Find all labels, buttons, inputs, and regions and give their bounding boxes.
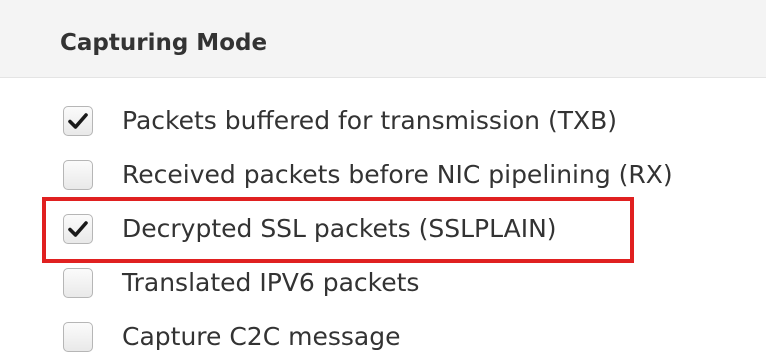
- section-header: Capturing Mode: [0, 0, 766, 78]
- option-sslplain[interactable]: Decrypted SSL packets (SSLPLAIN): [0, 206, 766, 260]
- checkbox-ipv6[interactable]: [63, 268, 93, 298]
- capturing-mode-panel: Capturing Mode Packets buffered for tran…: [0, 0, 766, 354]
- section-title: Capturing Mode: [60, 30, 268, 56]
- checkbox-c2c[interactable]: [63, 322, 93, 352]
- checkbox-sslplain[interactable]: [63, 214, 93, 244]
- option-label-c2c: Capture C2C message: [122, 322, 401, 351]
- option-label-sslplain: Decrypted SSL packets (SSLPLAIN): [122, 214, 557, 243]
- checkmark-icon: [68, 221, 88, 237]
- option-ipv6[interactable]: Translated IPV6 packets: [0, 260, 766, 314]
- option-txb[interactable]: Packets buffered for transmission (TXB): [0, 98, 766, 152]
- capture-options-list: Packets buffered for transmission (TXB) …: [0, 98, 766, 354]
- option-label-rx: Received packets before NIC pipelining (…: [122, 160, 673, 189]
- option-rx[interactable]: Received packets before NIC pipelining (…: [0, 152, 766, 206]
- checkbox-txb[interactable]: [63, 106, 93, 136]
- option-label-txb: Packets buffered for transmission (TXB): [122, 106, 618, 135]
- checkmark-icon: [68, 113, 88, 129]
- checkbox-rx[interactable]: [63, 160, 93, 190]
- option-label-ipv6: Translated IPV6 packets: [122, 268, 420, 297]
- option-c2c[interactable]: Capture C2C message: [0, 314, 766, 354]
